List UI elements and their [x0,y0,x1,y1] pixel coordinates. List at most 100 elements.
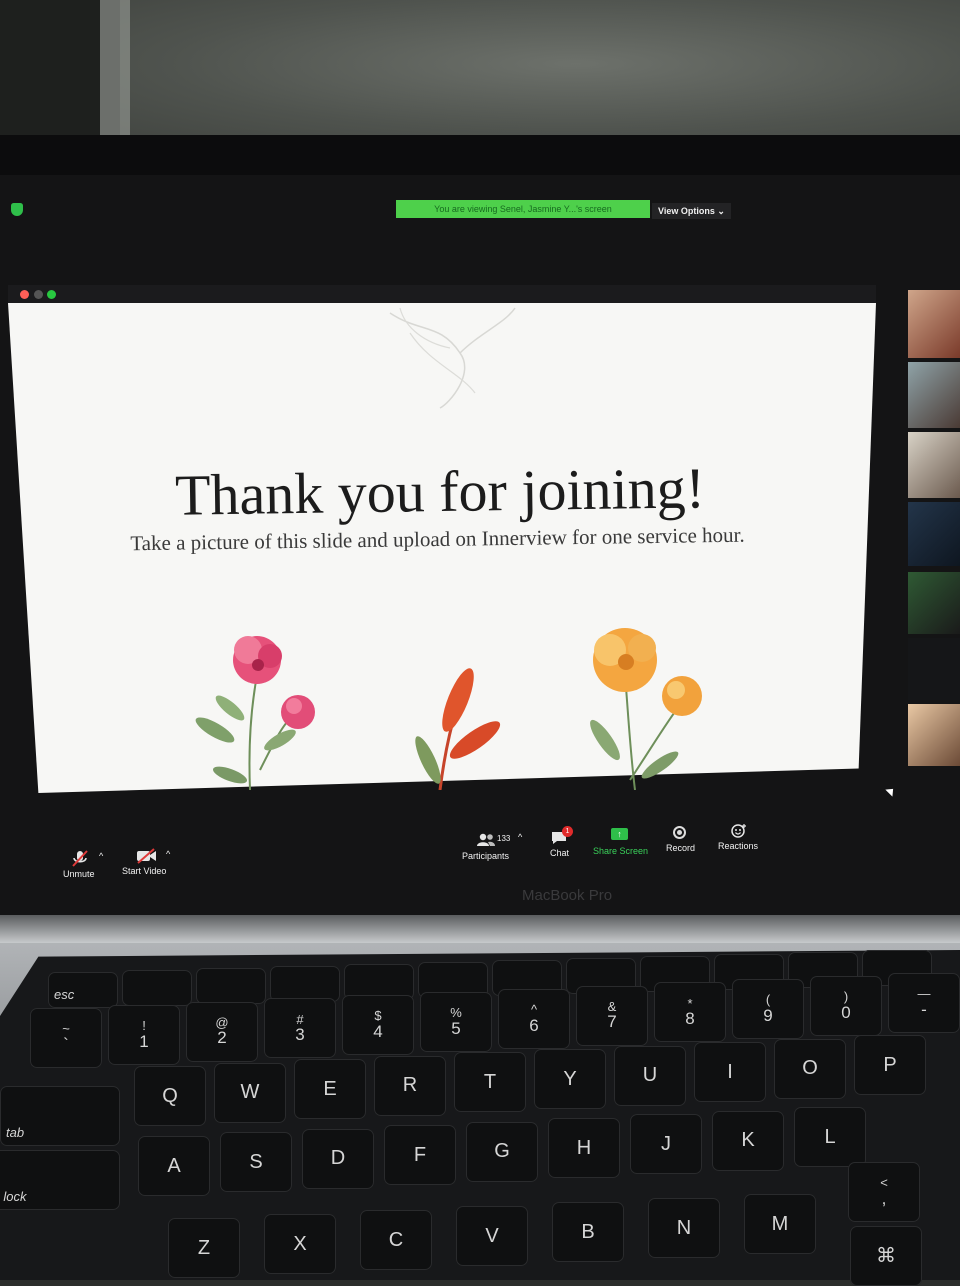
participant-video-thumb[interactable] [908,638,960,700]
video-off-icon[interactable] [136,848,158,864]
key-v[interactable]: V [456,1206,528,1266]
record-button-label[interactable]: Record [666,843,695,853]
key-2[interactable]: ! 1 [108,1004,180,1065]
key-x[interactable]: X [264,1214,336,1274]
key-label: M [771,1212,789,1235]
key-5[interactable]: $4 [342,995,414,1056]
participant-video-thumb[interactable] [908,290,960,358]
key-shift-label: * [687,995,693,1011]
key-4[interactable]: #3 [264,998,336,1059]
key-shift-label: < [880,1175,888,1191]
key-label: U [642,1064,658,1087]
key-a[interactable]: A [138,1136,210,1196]
key-label: W [240,1081,260,1104]
key-caps-lock[interactable]: os lock [0,1150,120,1210]
view-options-button[interactable]: View Options ⌄ [652,203,731,219]
start-video-button-label[interactable]: Start Video [122,866,166,876]
key-w[interactable]: W [214,1062,286,1123]
video-options-caret[interactable]: ^ [166,849,170,859]
key-shift-label: @ [215,1014,229,1030]
screen-share-banner: You are viewing Senel, Jasmine Y...'s sc… [396,200,650,218]
key-shift-label: ~ [62,1021,70,1037]
key-label: O [802,1057,818,1080]
key-10[interactable]: (9 [732,979,804,1040]
watercolor-flowers-illustration [195,628,702,790]
key-j[interactable]: J [630,1114,702,1175]
reactions-button-label[interactable]: Reactions [718,841,758,851]
key-label: 4 [373,1022,383,1042]
key-label: 8 [685,1009,695,1029]
window-zoom-icon[interactable] [47,290,56,299]
key-z[interactable]: Z [168,1218,240,1278]
key-label: ⌘ [876,1244,896,1267]
window-close-icon[interactable] [20,290,29,299]
microphone-muted-icon[interactable] [70,850,90,868]
window-minimize-icon[interactable] [34,290,43,299]
key-f[interactable]: F [384,1125,456,1186]
key-f2[interactable] [196,968,266,1004]
key-s[interactable]: S [220,1132,292,1193]
key-9[interactable]: * 8 [654,982,726,1043]
participant-video-thumb[interactable] [908,432,960,498]
key-f3[interactable] [270,966,340,1002]
participants-options-caret[interactable]: ^ [518,832,522,842]
chat-button-label[interactable]: Chat [550,848,569,858]
key-h[interactable]: H [548,1118,620,1178]
key-i[interactable]: I [694,1042,766,1103]
key-label: Z [197,1236,211,1259]
key-12[interactable]: — - [888,972,960,1033]
key-l[interactable]: L [794,1107,866,1168]
unmute-options-caret[interactable]: ^ [99,851,103,861]
key-8[interactable]: & 7 [576,985,648,1046]
key-7[interactable]: ^ 6 [498,988,570,1049]
key-n[interactable]: N [648,1198,720,1258]
key-b[interactable]: B [552,1202,624,1262]
key-tab[interactable]: tab [0,1086,120,1146]
share-screen-icon[interactable]: ↑ [611,828,628,840]
key-11[interactable]: ) 0 [810,976,882,1036]
key-r[interactable]: R [374,1055,446,1116]
key-label: 1 [139,1031,149,1051]
key-label: - [921,999,927,1019]
record-icon[interactable] [673,826,686,839]
key-y[interactable]: Y [534,1049,606,1109]
share-screen-button-label[interactable]: Share Screen [593,846,648,856]
key-label: A [167,1154,181,1177]
key-o[interactable]: O [774,1038,846,1099]
key-1[interactable]: ~ ` [30,1008,102,1068]
key-label: R [402,1074,418,1097]
key-comma[interactable]: <, [848,1162,920,1222]
participant-video-thumb[interactable] [908,572,960,634]
key-label: D [330,1147,346,1170]
key-label: H [576,1136,592,1159]
key-label: S [249,1150,263,1173]
key-label: os lock [0,1189,27,1205]
key-esc[interactable]: esc [48,972,118,1008]
key-g[interactable]: G [466,1121,538,1182]
unmute-button-label[interactable]: Unmute [63,869,95,879]
encryption-shield-icon[interactable] [11,203,23,216]
key-command[interactable]: ⌘ [850,1226,922,1286]
key-t[interactable]: T [454,1052,526,1113]
participant-video-thumb[interactable] [908,704,960,766]
reactions-smiley-icon[interactable] [731,823,747,838]
participants-count: 133 [497,834,511,843]
key-k[interactable]: K [712,1110,784,1171]
participants-icon[interactable] [476,833,496,847]
key-shift-label: ^ [530,1002,538,1018]
key-e[interactable]: E [294,1059,366,1120]
participants-button-label[interactable]: Participants [462,851,509,861]
key-label: J [661,1132,671,1155]
key-p[interactable]: P [854,1035,926,1096]
key-u[interactable]: U [614,1045,686,1106]
participant-video-thumb[interactable] [908,362,960,428]
key-q[interactable]: Q [134,1066,206,1126]
key-d[interactable]: D [302,1128,374,1189]
key-3[interactable]: @2 [186,1001,258,1062]
key-f1[interactable] [122,970,192,1006]
key-c[interactable]: C [360,1210,432,1270]
key-m[interactable]: M [744,1194,816,1254]
key-6[interactable]: % 5 [420,992,492,1052]
key-shift-label: — [917,986,931,1002]
participant-video-thumb[interactable] [908,502,960,566]
